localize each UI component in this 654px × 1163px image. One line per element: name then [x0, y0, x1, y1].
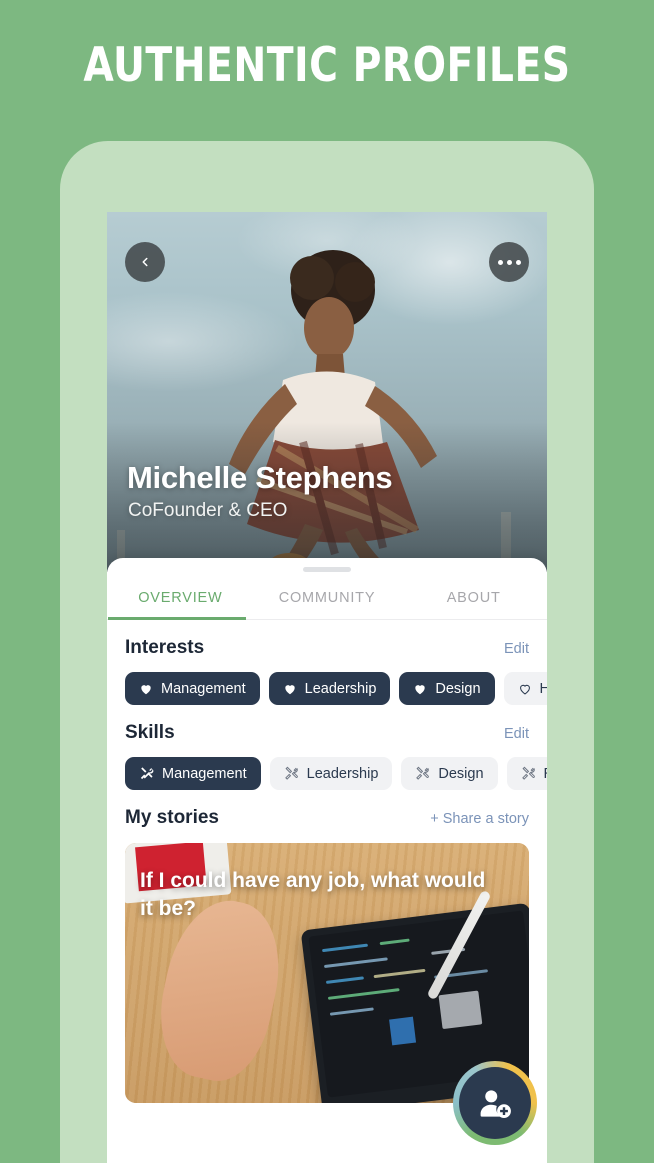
story-card[interactable]: If I could have any job, what would it b…	[125, 843, 529, 1103]
skill-chip-label: Management	[162, 765, 247, 782]
stories-section-header: My stories + Share a story	[107, 807, 547, 829]
add-person-icon	[480, 1090, 511, 1118]
skill-chip[interactable]: Leadership	[269, 757, 393, 790]
chevron-left-icon	[142, 257, 148, 267]
stories-title: My stories	[125, 807, 219, 828]
back-button[interactable]	[125, 242, 165, 282]
share-story-link[interactable]: + Share a story	[430, 811, 529, 827]
tools-icon	[284, 766, 298, 780]
more-horizontal-icon	[497, 259, 521, 265]
interests-chip-list: Management Leadership Design Ho	[107, 672, 547, 705]
tools-icon	[416, 766, 430, 780]
heart-filled-icon	[415, 684, 426, 694]
interest-chip[interactable]: Design	[399, 672, 495, 705]
skill-chip[interactable]: Ru	[506, 757, 547, 790]
heart-filled-icon	[284, 684, 295, 694]
skill-chip-label: Leadership	[306, 765, 379, 782]
interest-chip[interactable]: Leadership	[268, 672, 391, 705]
interest-chip[interactable]: Management	[125, 672, 260, 705]
interest-chip-label: Ho	[539, 680, 547, 697]
interest-chip-label: Design	[435, 680, 481, 697]
tab-about[interactable]: ABOUT	[400, 585, 547, 619]
phone-screen: Michelle Stephens CoFounder & CEO OVERVI…	[107, 212, 547, 1163]
hero-gradient-overlay	[107, 422, 547, 572]
skill-chip[interactable]: Design	[401, 757, 498, 790]
skills-chip-list: Management Leadership Design Ru	[107, 757, 547, 790]
interests-edit-link[interactable]: Edit	[504, 641, 529, 657]
page-headline: AUTHENTIC PROFILES	[83, 38, 571, 93]
interest-chip-label: Leadership	[304, 680, 377, 697]
profile-hero-photo: Michelle Stephens CoFounder & CEO	[107, 212, 547, 572]
skills-section-header: Skills Edit	[107, 722, 547, 744]
profile-tabs: OVERVIEW COMMUNITY ABOUT	[107, 585, 547, 620]
skill-chip[interactable]: Management	[125, 757, 261, 790]
interests-title: Interests	[125, 637, 205, 658]
tools-icon	[140, 767, 154, 780]
tab-overview[interactable]: OVERVIEW	[107, 585, 254, 619]
heart-outline-icon	[519, 684, 530, 695]
interest-chip-label: Management	[161, 680, 246, 697]
interests-section-header: Interests Edit	[107, 637, 547, 659]
profile-name: Michelle Stephens	[127, 460, 393, 495]
skill-chip-label: Design	[438, 765, 484, 782]
interest-chip[interactable]: Ho	[503, 672, 547, 705]
heart-filled-icon	[141, 684, 151, 694]
skills-edit-link[interactable]: Edit	[504, 726, 529, 742]
skill-chip-label: Ru	[544, 766, 547, 782]
more-options-button[interactable]	[489, 242, 529, 282]
fab-inner-circle	[459, 1067, 531, 1139]
tools-icon	[521, 766, 535, 780]
skills-title: Skills	[125, 722, 175, 743]
profile-role: CoFounder & CEO	[128, 500, 288, 521]
sheet-drag-handle[interactable]	[303, 567, 351, 572]
story-title: If I could have any job, what would it b…	[140, 869, 486, 920]
tab-community[interactable]: COMMUNITY	[254, 585, 401, 619]
add-connection-fab[interactable]	[453, 1061, 537, 1145]
